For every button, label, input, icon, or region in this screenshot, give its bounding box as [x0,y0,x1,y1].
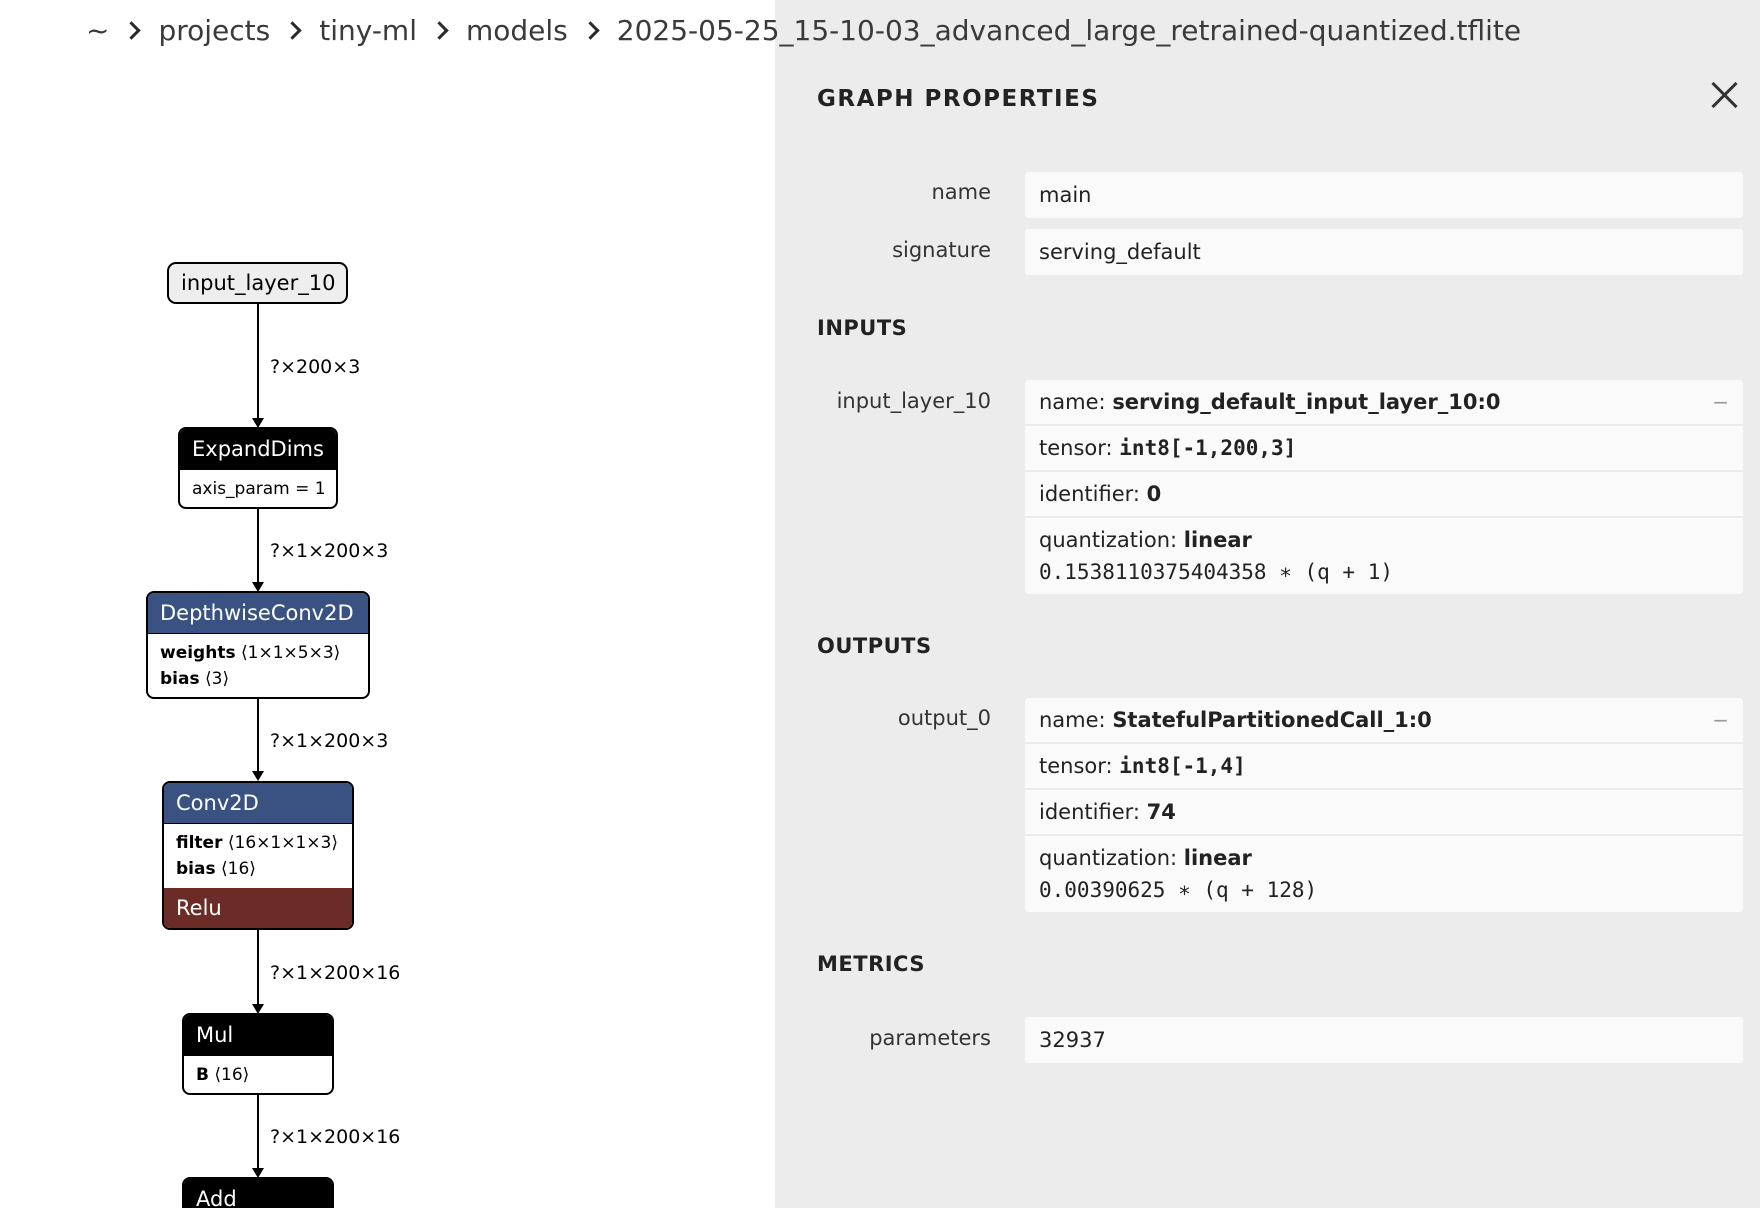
input-quant-value: linear [1183,528,1252,552]
prop-label-parameters: parameters [869,1026,991,1050]
output-tensor-key: tensor: [1039,754,1120,778]
breadcrumb-home[interactable]: ~ [86,14,109,47]
input-tensor-key: tensor: [1039,436,1120,460]
node-relu-label: Relu [164,888,352,928]
attr-val-weights: ⟨1×1×5×3⟩ [241,643,341,663]
output-name-key: name: [1039,708,1113,732]
attr-key-weights: weights [160,643,236,663]
output-identifier-row: identifier: 74 [1025,790,1743,836]
node-depthwise-attrs: weights ⟨1×1×5×3⟩ bias ⟨3⟩ [148,633,368,697]
panel-title: GRAPH PROPERTIES [817,86,1100,112]
prop-value-signature[interactable]: serving_default [1025,229,1743,275]
attr-key-b: B [196,1065,209,1085]
section-title-inputs: INPUTS [817,316,908,340]
prop-label-name: name [931,180,991,204]
node-conv2d-label: Conv2D [164,783,352,823]
output-quantization-row: quantization: linear 0.00390625 ∗ (q + 1… [1025,836,1743,912]
attr-val-bias: ⟨3⟩ [205,669,230,689]
input-identifier-row: identifier: 0 [1025,472,1743,518]
breadcrumb-tiny-ml[interactable]: tiny-ml [319,14,417,47]
node-depthwise-label: DepthwiseConv2D [148,593,368,633]
output-label: output_0 [897,706,991,730]
node-add[interactable]: Add [182,1177,334,1208]
edge-line [257,509,259,582]
output-name-row: name: StatefulPartitionedCall_1:0 − [1025,698,1743,744]
output-quant-formula: 0.00390625 ∗ (q + 128) [1039,878,1318,902]
input-name-value: serving_default_input_layer_10:0 [1112,390,1501,414]
collapse-icon[interactable]: − [1712,708,1729,732]
input-quant-key: quantization: [1039,528,1184,552]
input-tensor-value: int8[-1,200,3] [1119,436,1297,460]
section-title-outputs: OUTPUTS [817,634,932,658]
input-name-row: name: serving_default_input_layer_10:0 − [1025,380,1743,426]
node-add-label: Add [184,1179,332,1208]
node-conv2d-attrs: filter ⟨16×1×1×3⟩ bias ⟨16⟩ [164,823,352,888]
input-label: input_layer_10 [836,389,991,413]
prop-value-name[interactable]: main [1025,172,1743,218]
input-tensor-row: tensor: int8[-1,200,3] [1025,426,1743,472]
output-name-value: StatefulPartitionedCall_1:0 [1112,708,1432,732]
arrow-icon [252,771,264,781]
chevron-right-icon [430,20,449,40]
chevron-right-icon [122,20,142,40]
node-expanddims[interactable]: ExpandDims axis_param = 1 [178,427,338,509]
chevron-right-icon [581,20,600,40]
output-details: name: StatefulPartitionedCall_1:0 − tens… [1025,698,1743,912]
node-expanddims-label: ExpandDims [180,429,336,469]
breadcrumb-model-file[interactable]: 2025-05-25_15-10-03_advanced_large_retra… [617,14,1521,47]
node-input-label: input_layer_10 [181,271,336,295]
edge-label-3: ?×1×200×3 [270,730,389,752]
output-quant-key: quantization: [1039,846,1184,870]
edge-label-2: ?×1×200×3 [270,540,389,562]
output-tensor-row: tensor: int8[-1,4] [1025,744,1743,790]
breadcrumb-models[interactable]: models [466,14,568,47]
collapse-icon[interactable]: − [1712,390,1729,414]
prop-label-signature: signature [892,238,991,262]
edge-line [257,930,259,1004]
section-title-metrics: METRICS [817,952,925,976]
graph-properties-panel: GRAPH PROPERTIES name main signature ser… [775,0,1760,1208]
edge-label-5: ?×1×200×16 [270,1126,401,1148]
output-tensor-value: int8[-1,4] [1119,754,1246,778]
input-quantization-row: quantization: linear 0.1538110375404358 … [1025,518,1743,594]
graph-canvas[interactable]: input_layer_10 ?×200×3 ExpandDims axis_p… [0,0,775,1208]
input-details: name: serving_default_input_layer_10:0 −… [1025,380,1743,594]
attr-val-bias: ⟨16⟩ [221,859,256,879]
node-conv2d[interactable]: Conv2D filter ⟨16×1×1×3⟩ bias ⟨16⟩ Relu [162,781,354,930]
close-icon[interactable] [1709,80,1739,110]
input-identifier-key: identifier: [1039,482,1147,506]
edge-label-4: ?×1×200×16 [270,962,401,984]
output-quant-value: linear [1183,846,1252,870]
edge-label-1: ?×200×3 [270,356,361,378]
attr-key-filter: filter [176,833,223,853]
output-identifier-key: identifier: [1039,800,1147,824]
attr-val-b: ⟨16⟩ [214,1065,250,1085]
edge-line [257,304,259,418]
input-quant-formula: 0.1538110375404358 ∗ (q + 1) [1039,560,1394,584]
output-identifier-value: 74 [1146,800,1176,824]
breadcrumb: ~ projects tiny-ml models 2025-05-25_15-… [86,10,1521,50]
node-mul-attrs: B ⟨16⟩ [184,1055,332,1093]
breadcrumb-projects[interactable]: projects [158,14,270,47]
edge-line [257,1095,259,1168]
node-input-layer[interactable]: input_layer_10 [167,262,348,304]
attr-key-bias: bias [160,669,200,689]
input-identifier-value: 0 [1146,482,1162,506]
node-mul-label: Mul [184,1015,332,1055]
prop-value-parameters[interactable]: 32937 [1025,1017,1743,1063]
attr-key-bias: bias [176,859,216,879]
node-mul[interactable]: Mul B ⟨16⟩ [182,1013,334,1095]
edge-line [257,699,259,771]
input-name-key: name: [1039,390,1113,414]
node-expanddims-attr: axis_param = 1 [180,469,336,507]
attr-val-filter: ⟨16×1×1×3⟩ [227,833,338,853]
chevron-right-icon [283,20,302,40]
node-depthwiseconv2d[interactable]: DepthwiseConv2D weights ⟨1×1×5×3⟩ bias ⟨… [146,591,370,699]
